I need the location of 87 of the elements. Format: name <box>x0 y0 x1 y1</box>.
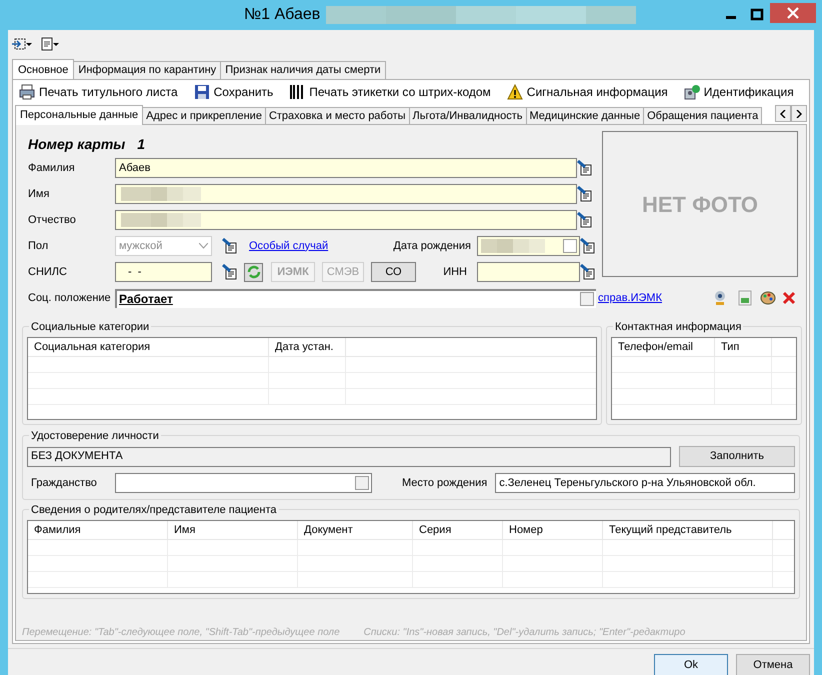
pencil-document-icon[interactable] <box>577 212 593 228</box>
palette-icon[interactable] <box>760 290 776 306</box>
field-label: СНИЛС <box>27 264 68 280</box>
table-header-cell: Фамилия <box>28 521 168 539</box>
field-label: Дата рождения <box>393 238 471 254</box>
barcode-icon <box>289 84 306 100</box>
refresh-button[interactable] <box>244 262 263 282</box>
no-photo-text: НЕТ ФОТО <box>642 190 758 218</box>
pencil-document-icon[interactable] <box>577 186 593 202</box>
field-label: Гражданство <box>30 476 98 491</box>
card-number: 1 <box>137 134 146 154</box>
input-field[interactable] <box>115 184 577 204</box>
table-header-cell: Документ <box>298 521 413 539</box>
checkbox[interactable] <box>563 239 577 253</box>
group-title: Контактная информация <box>613 319 744 336</box>
table-header-cell: Телефон/email <box>612 338 715 356</box>
field-label: Пол <box>27 238 50 254</box>
input-field[interactable] <box>477 262 580 282</box>
tab[interactable]: Основное <box>12 59 74 80</box>
tab[interactable]: Страховка и место работы <box>264 107 410 125</box>
pencil-document-icon[interactable] <box>577 160 593 176</box>
tab[interactable]: Льгота/Инвалидность <box>408 107 526 125</box>
scroll-left-button[interactable] <box>775 105 791 122</box>
field-label: Имя <box>27 186 50 202</box>
tab[interactable]: Обращения пациента <box>643 107 762 125</box>
tab[interactable]: Медицинские данные <box>526 107 644 125</box>
group-title: Удостоверение личности <box>29 428 161 444</box>
card-number-label: Номер карты <box>28 134 126 154</box>
date-field[interactable] <box>477 236 580 256</box>
tab[interactable]: Признак наличия даты смерти <box>220 61 386 80</box>
toolbar-button[interactable]: Печать титульного листа <box>19 83 178 101</box>
pencil-document-icon[interactable] <box>222 238 238 254</box>
field-label: Фамилия <box>27 160 76 176</box>
table-header-cell: Имя <box>168 521 298 539</box>
dialog-button[interactable]: Отмена <box>736 654 810 675</box>
import-icon <box>12 37 26 51</box>
input-field[interactable]: - - <box>115 262 212 282</box>
table-header-cell: Номер <box>503 521 603 539</box>
toolbar-button[interactable]: Идентификация <box>684 83 794 101</box>
field-label: Соц. положение <box>27 290 112 306</box>
printer-icon <box>19 84 35 100</box>
button[interactable]: СО <box>371 262 416 282</box>
field-label: ИНН <box>443 264 467 280</box>
export-menu-button[interactable] <box>12 37 33 51</box>
pencil-document-icon[interactable] <box>580 238 596 254</box>
field-label: Отчество <box>27 212 77 228</box>
toolbar-button[interactable]: Печать этикетки со штрих-кодом <box>289 83 491 101</box>
refresh-icon <box>246 265 260 279</box>
chevron-down-icon <box>199 243 208 249</box>
tab[interactable]: Персональные данные <box>15 105 144 125</box>
iemk-link[interactable]: справ.ИЭМК <box>598 290 662 306</box>
table-header-cell: Социальная категория <box>28 338 269 356</box>
input-field[interactable]: Абаев <box>115 158 577 178</box>
window-title: №1 Абаев <box>244 5 320 25</box>
warning-icon <box>506 84 523 100</box>
webcam-icon[interactable] <box>712 290 728 306</box>
special-case-link[interactable]: Особый случай <box>249 238 328 254</box>
chevron-right-icon <box>796 110 802 118</box>
hint-text: Перемещение: "Tab"-следующее поле, "Shift-Tab"-предыдущее поле <box>22 626 340 640</box>
image-file-icon[interactable] <box>738 290 752 306</box>
table-header-cell: Дата устан. <box>269 338 346 356</box>
close-icon[interactable] <box>787 7 799 19</box>
group-title: Социальные категории <box>29 319 152 336</box>
input-field[interactable] <box>115 210 577 230</box>
toolbar-button[interactable]: Сохранить <box>194 83 274 101</box>
scroll-right-button[interactable] <box>791 105 807 122</box>
id-badge-icon <box>684 84 700 100</box>
table-header-cell: Текущий представитель <box>603 521 773 539</box>
table-header-cell: Тип <box>715 338 772 356</box>
group-title: Сведения о родителях/представителе пациента <box>29 502 279 518</box>
tab[interactable]: Адрес и прикрепление <box>142 107 266 125</box>
table-header-cell: Серия <box>413 521 503 539</box>
document-field[interactable]: БЕЗ ДОКУМЕНТА <box>27 446 671 466</box>
chevron-left-icon <box>780 110 786 118</box>
document-icon <box>41 37 53 51</box>
input-field[interactable]: с.Зеленец Тереньгульского р-на Ульяновской обл. <box>495 473 795 493</box>
dialog-button[interactable]: Ok <box>654 654 728 675</box>
input-field[interactable] <box>115 473 372 493</box>
pencil-document-icon[interactable] <box>222 264 238 280</box>
hint-text: Списки: "Ins"-новая запись, "Del"-удалить запись; "Enter"-редактиро <box>364 626 686 640</box>
fill-button[interactable]: Заполнить <box>679 446 795 467</box>
pencil-document-icon[interactable] <box>580 264 596 280</box>
report-menu-button[interactable] <box>41 37 60 51</box>
input-field[interactable]: Работает <box>115 288 596 308</box>
toolbar-button[interactable]: Сигнальная информация <box>506 83 668 101</box>
delete-icon[interactable] <box>782 291 796 305</box>
field-label: Место рождения <box>402 476 488 491</box>
